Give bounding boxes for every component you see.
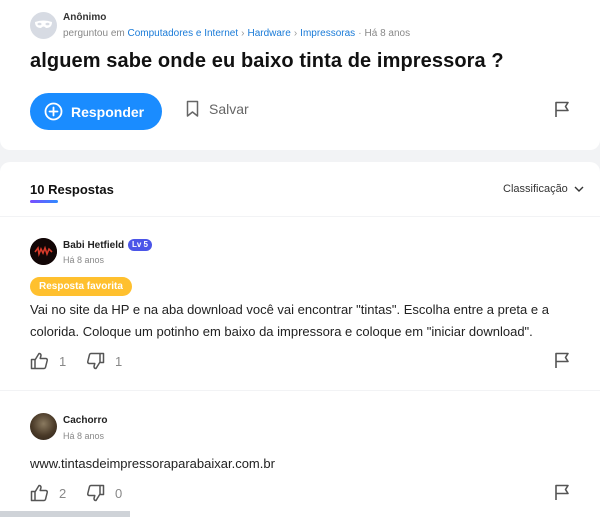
asked-verb: perguntou em <box>63 28 125 39</box>
chevron-down-icon <box>574 186 584 192</box>
save-button[interactable]: Salvar <box>186 100 249 118</box>
like-count: 1 <box>59 353 67 369</box>
asker-name: Anônimo <box>63 12 107 23</box>
report-flag-icon[interactable] <box>554 101 571 118</box>
breadcrumb-subcategory[interactable]: Hardware <box>247 28 290 39</box>
answer-username[interactable]: Cachorro <box>63 415 107 426</box>
level-badge: Lv 5 <box>128 239 153 251</box>
thumbs-up-icon <box>30 352 48 370</box>
avatar[interactable] <box>30 413 57 440</box>
bookmark-icon <box>186 100 199 117</box>
thumbs-up-icon <box>30 484 48 502</box>
question-title: alguem sabe onde eu baixo tinta de impre… <box>30 50 504 72</box>
save-button-label: Salvar <box>209 101 249 117</box>
status-bar <box>0 511 130 517</box>
dot-separator: · <box>358 28 362 39</box>
answer-time: Há 8 anos <box>63 255 105 265</box>
answers-count: 10 Respostas <box>30 182 114 197</box>
report-flag-icon[interactable] <box>554 352 571 369</box>
answer-text: www.tintasdeimpressoraparabaixar.com.br <box>30 456 275 471</box>
answer-text: Vai no site da HP e na aba download você… <box>30 302 549 339</box>
dislike-count: 0 <box>115 485 123 501</box>
reply-button[interactable]: Responder <box>30 93 162 130</box>
thumbs-down-icon <box>87 352 105 370</box>
report-flag-icon[interactable] <box>554 484 571 501</box>
question-card: Anônimo perguntou em Computadores e Inte… <box>0 0 600 150</box>
sort-dropdown[interactable]: Classificação <box>503 183 584 195</box>
answer-time: Há 8 anos <box>63 431 105 441</box>
dislike-button[interactable]: 0 <box>86 484 122 502</box>
dislike-count: 1 <box>115 353 123 369</box>
favorite-answer-badge: Resposta favorita <box>30 277 132 296</box>
mask-icon <box>35 20 52 28</box>
like-count: 2 <box>59 485 67 501</box>
avatar-image <box>30 238 57 265</box>
breadcrumb-category[interactable]: Computadores e Internet <box>128 28 239 39</box>
thumbs-down-icon <box>87 484 105 502</box>
like-button[interactable]: 2 <box>30 484 66 502</box>
add-circle-icon <box>44 102 63 121</box>
breadcrumb-topic[interactable]: Impressoras <box>300 28 355 39</box>
dislike-button[interactable]: 1 <box>86 352 122 370</box>
question-meta: perguntou em Computadores e Internet › Har… <box>63 28 410 39</box>
question-time: Há 8 anos <box>364 28 411 39</box>
reply-button-label: Responder <box>71 103 145 120</box>
avatar[interactable] <box>30 238 57 265</box>
anonymous-avatar <box>30 12 57 39</box>
answers-tab-underline <box>30 200 58 203</box>
like-button[interactable]: 1 <box>30 352 66 370</box>
sort-label: Classificação <box>503 183 568 195</box>
chevron-right-icon: › <box>293 28 298 39</box>
answer-username[interactable]: Babi Hetfield <box>63 240 124 251</box>
